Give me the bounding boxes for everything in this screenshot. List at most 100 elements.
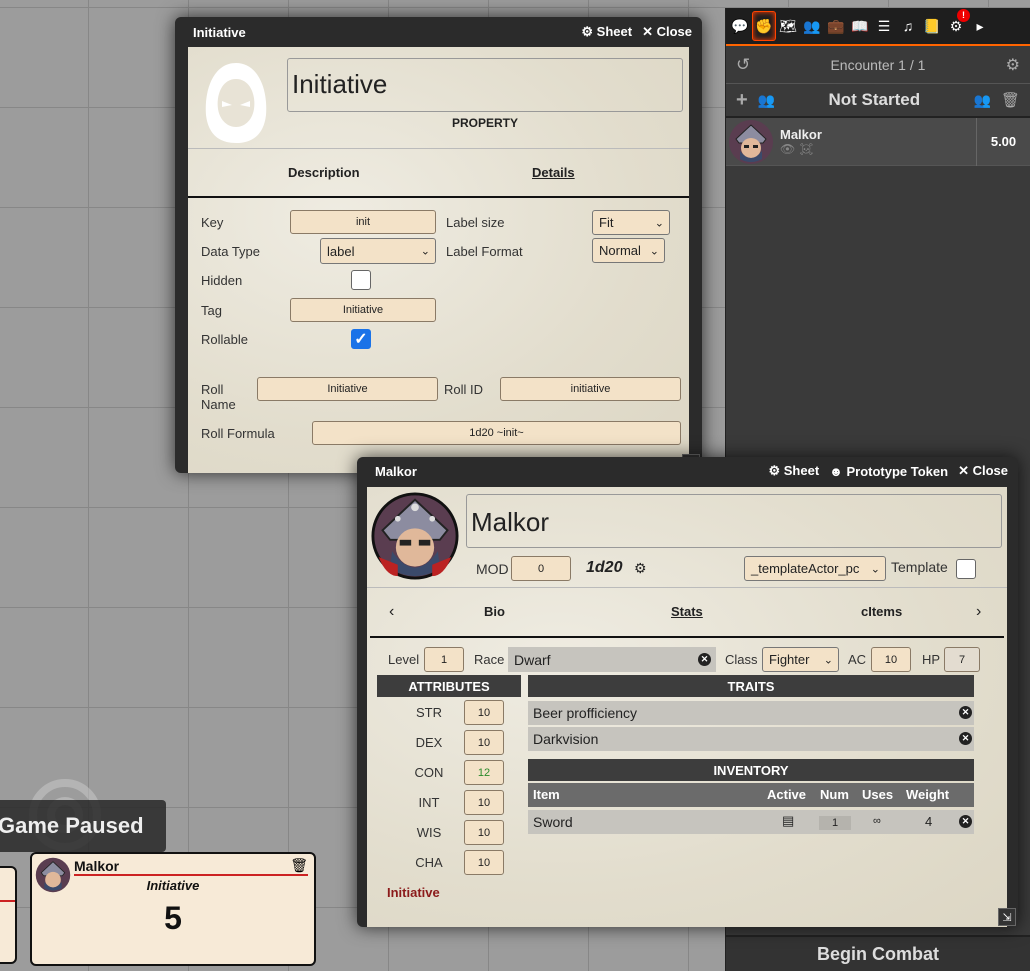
attr-value-wis[interactable]: 10	[464, 820, 504, 845]
key-input[interactable]: init	[290, 210, 436, 234]
template-checkbox[interactable]	[956, 559, 976, 579]
tab-stats[interactable]: Stats	[671, 604, 703, 619]
sheet-config-button[interactable]: ⚙ Sheet	[768, 463, 819, 479]
game-paused-banner: Game Paused	[0, 800, 166, 852]
tab-prev-arrow-icon[interactable]: ‹	[389, 603, 394, 621]
hp-label: HP	[922, 652, 941, 667]
notification-badge: !	[957, 9, 970, 22]
combatant-row[interactable]: Malkor 👁 ☠ 5.00	[726, 117, 1030, 166]
attr-name: WIS	[416, 825, 442, 840]
rollable-checkbox[interactable]: ✓	[351, 329, 371, 349]
attr-name: CON	[414, 765, 444, 780]
collapse-arrow-icon[interactable]: ▸	[968, 11, 992, 41]
tables-icon[interactable]: ☰	[872, 11, 896, 41]
chat-icon[interactable]: 💬	[728, 11, 752, 41]
sidebar-tabs: 💬 ✊ 🗺 👥 💼 📖 ☰ ♫ 📒 ⚙ ! ▸	[726, 8, 1030, 46]
initiative-roll-link[interactable]: Initiative	[387, 885, 440, 900]
attr-value-str[interactable]: 10	[464, 700, 504, 725]
combat-fist-icon[interactable]: ✊	[752, 11, 776, 41]
tab-description[interactable]: Description	[288, 165, 360, 180]
create-encounter-icon[interactable]: +	[736, 89, 748, 112]
defeated-skull-icon[interactable]: ☠	[799, 142, 814, 156]
compendium-icon[interactable]: 📒	[920, 11, 944, 41]
tab-details[interactable]: Details	[532, 165, 575, 180]
delete-item-icon[interactable]: ✕	[959, 815, 972, 828]
clear-race-icon[interactable]: ✕	[698, 653, 711, 666]
col-weight: Weight	[906, 787, 950, 802]
close-button[interactable]: ✕ Close	[958, 463, 1008, 479]
initiative-sheet-body: Initiative PROPERTY Description Details …	[188, 47, 689, 473]
label-format-select[interactable]: Normal ⌄	[592, 238, 665, 263]
journal-icon[interactable]: 📖	[848, 11, 872, 41]
col-active: Active	[767, 787, 807, 802]
delete-trait-icon[interactable]: ✕	[959, 706, 972, 719]
tab-citems[interactable]: cItems	[861, 604, 902, 619]
tab-bio[interactable]: Bio	[484, 604, 505, 619]
trash-icon[interactable]: 🗑	[290, 857, 308, 874]
actors-icon[interactable]: 👥	[800, 11, 824, 41]
attr-value-con[interactable]: 12	[464, 760, 504, 785]
col-uses: Uses	[862, 787, 894, 802]
ac-input[interactable]: 10	[871, 647, 911, 672]
roll-formula-input[interactable]: 1d20 ~init~	[312, 421, 681, 445]
mod-label: MOD	[476, 561, 509, 577]
roll-id-input[interactable]: initiative	[500, 377, 681, 401]
roll-name-input[interactable]: Initiative	[257, 377, 438, 401]
delete-trait-icon[interactable]: ✕	[959, 732, 972, 745]
inventory-row[interactable]: Sword ▤ 1 ∞ 4 ✕	[528, 810, 974, 834]
inventory-num-input[interactable]: 1	[819, 816, 851, 830]
malkor-window-header[interactable]: Malkor ⚙ Sheet ☻ Prototype Token ✕ Close	[357, 457, 1018, 485]
close-button[interactable]: ✕ Close	[642, 24, 692, 40]
template-select[interactable]: _templateActor_pc ⌄	[744, 556, 886, 581]
active-toggle-icon[interactable]: ▤	[782, 813, 794, 829]
begin-combat-button[interactable]: Begin Combat	[726, 935, 1030, 971]
add-players-icon[interactable]: 👥	[758, 92, 775, 109]
attr-value-int[interactable]: 10	[464, 790, 504, 815]
scenes-map-icon[interactable]: 🗺	[776, 11, 800, 41]
encounter-config-icon[interactable]: ⚙	[1006, 55, 1020, 75]
roll-id-label: Roll ID	[444, 382, 484, 397]
level-input[interactable]: 1	[424, 647, 464, 672]
settings-icon[interactable]: ⚙ !	[944, 9, 970, 41]
resize-handle-icon[interactable]: ⇲	[998, 908, 1016, 926]
attr-value-cha[interactable]: 10	[464, 850, 504, 875]
hidden-checkbox[interactable]	[351, 270, 371, 290]
reset-icon[interactable]: ↺	[736, 55, 750, 75]
delete-encounter-icon[interactable]: 🗑	[1001, 91, 1020, 109]
label-format-label: Label Format	[446, 244, 523, 259]
chevron-down-icon: ⌄	[649, 245, 659, 257]
playlists-icon[interactable]: ♫	[896, 11, 920, 41]
items-icon[interactable]: 💼	[824, 11, 848, 41]
prototype-token-button[interactable]: ☻ Prototype Token	[829, 464, 948, 479]
trait-row[interactable]: Beer profficiency ✕	[528, 701, 974, 725]
class-select[interactable]: Fighter ⌄	[762, 647, 839, 672]
roll-all-icon[interactable]: 👥	[974, 92, 991, 109]
data-type-label: Data Type	[201, 244, 261, 259]
tag-input[interactable]: Initiative	[290, 298, 436, 322]
actor-name-input[interactable]: Malkor	[466, 494, 1002, 548]
tab-next-arrow-icon[interactable]: ›	[976, 603, 981, 621]
property-avatar	[205, 63, 267, 143]
game-paused-text: Game Paused	[0, 813, 144, 838]
attr-value-dex[interactable]: 10	[464, 730, 504, 755]
template-label: Template	[891, 559, 948, 575]
dice-icon[interactable]: ⚙	[634, 560, 647, 577]
sheet-config-button[interactable]: ⚙ Sheet	[581, 24, 632, 40]
label-size-select[interactable]: Fit ⌄	[592, 210, 670, 235]
race-input[interactable]: Dwarf ✕	[508, 647, 716, 672]
malkor-portrait[interactable]	[371, 492, 459, 580]
key-label: Key	[201, 215, 224, 230]
data-type-select[interactable]: label ⌄	[320, 238, 436, 264]
trait-row[interactable]: Darkvision ✕	[528, 727, 974, 751]
inventory-columns: Item Active Num Uses Weight	[528, 783, 974, 807]
mod-input[interactable]: 0	[511, 556, 571, 581]
inventory-weight: 4	[925, 814, 933, 829]
hp-input[interactable]: 7	[944, 647, 980, 672]
hidden-eye-icon[interactable]: 👁	[780, 142, 795, 156]
combatant-name: Malkor	[780, 127, 822, 142]
initiative-window-header[interactable]: Initiative ⚙ Sheet ✕ Close	[175, 17, 702, 47]
property-name-input[interactable]: Initiative	[287, 58, 683, 112]
token-card[interactable]: Malkor 🗑 Initiative 5	[30, 852, 316, 966]
token-card-name: Malkor	[74, 858, 120, 874]
combatant-initiative[interactable]: 5.00	[976, 117, 1030, 166]
